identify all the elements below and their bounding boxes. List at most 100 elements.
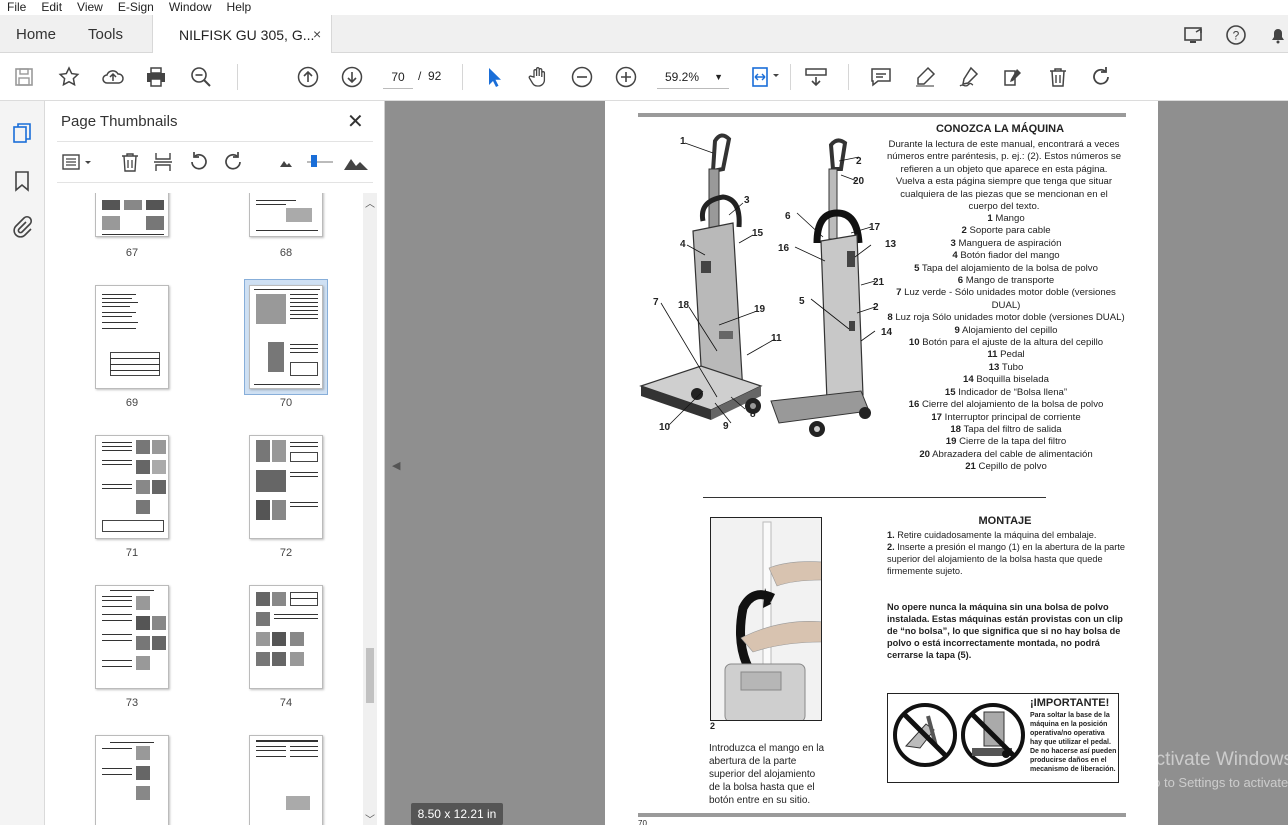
- thumbnail-size-large-icon[interactable]: [343, 151, 369, 173]
- next-page-icon[interactable]: [340, 65, 364, 89]
- important-notice-box: ¡IMPORTANTE! Para soltar la base de la m…: [887, 693, 1119, 783]
- thumbnail-page-73[interactable]: [95, 585, 169, 689]
- scrollbar-thumb[interactable]: [366, 648, 374, 703]
- thumbnail-label-72: 72: [279, 547, 293, 559]
- tab-document-label: NILFISK GU 305, G...: [179, 27, 315, 43]
- upload-cloud-icon[interactable]: [101, 65, 125, 89]
- hand-tool-icon[interactable]: [526, 65, 550, 89]
- part-item: 21 Cepillo de polvo: [883, 461, 1129, 473]
- part-number: 7: [896, 287, 902, 299]
- rotate-left-icon[interactable]: [188, 151, 210, 173]
- thumbnail-page-70-selected[interactable]: [249, 285, 323, 389]
- redo-icon[interactable]: [1089, 65, 1113, 89]
- previous-page-icon[interactable]: [296, 65, 320, 89]
- prohibited-action-icon: [961, 703, 1025, 767]
- callout-label: 15: [752, 228, 764, 239]
- part-label: Interruptor principal de corriente: [944, 411, 1081, 423]
- menu-edit[interactable]: Edit: [34, 0, 70, 15]
- part-item: 11 Pedal: [883, 349, 1129, 361]
- part-number: 15: [944, 386, 956, 398]
- step-text: Retire cuidadosamente la máquina del emb…: [897, 530, 1097, 540]
- share-screen-icon[interactable]: [1182, 23, 1206, 47]
- thumbnail-page-71[interactable]: [95, 435, 169, 539]
- part-number: 19: [945, 436, 957, 448]
- callout-label: 19: [754, 304, 766, 315]
- menu-window[interactable]: Window: [162, 0, 220, 15]
- intro-paragraph: Durante la lectura de este manual, encon…: [886, 139, 1122, 213]
- thumbnail-options-icon[interactable]: [61, 151, 95, 173]
- tab-tools[interactable]: Tools: [88, 26, 123, 43]
- page-number-input[interactable]: 70: [383, 65, 413, 89]
- scroll-mode-icon[interactable]: [804, 65, 828, 89]
- thumbnails-scrollbar[interactable]: ︿ ﹀: [363, 193, 377, 825]
- part-number: 13: [988, 361, 1000, 373]
- callout-label: 2: [873, 302, 879, 313]
- menu-view[interactable]: View: [70, 0, 111, 15]
- callout-label: 1: [680, 136, 686, 147]
- attachments-paperclip-icon[interactable]: [10, 215, 34, 239]
- thumbnail-label-67: 67: [125, 247, 139, 259]
- thumbnail-page-67[interactable]: [95, 193, 169, 237]
- thumbnail-page-69[interactable]: [95, 285, 169, 389]
- highlight-pen-icon[interactable]: [913, 65, 937, 89]
- delete-trash-icon[interactable]: [1046, 65, 1070, 89]
- delete-page-icon[interactable]: [119, 151, 141, 173]
- thumbnail-size-small-icon[interactable]: [275, 151, 297, 173]
- menu-help[interactable]: Help: [220, 0, 260, 15]
- section-heading: CONOZCA LA MÁQUINA: [935, 123, 1065, 135]
- part-item: 6 Mango de transporte: [883, 275, 1129, 287]
- callout-label: 2: [856, 156, 862, 167]
- part-label: Tubo: [1001, 361, 1024, 373]
- save-icon[interactable]: [12, 65, 36, 89]
- prohibited-action-icon: [893, 703, 957, 767]
- part-label: Cierre de la tapa del filtro: [959, 436, 1067, 448]
- menu-esign[interactable]: E-Sign: [111, 0, 162, 15]
- select-cursor-icon[interactable]: [482, 65, 506, 89]
- comment-icon[interactable]: [869, 65, 893, 89]
- print-icon[interactable]: [144, 65, 168, 89]
- extract-page-icon[interactable]: [152, 151, 174, 173]
- thumbnails-panel: Page Thumbnails ✕ 67 68 69 70 71 72 73 7…: [45, 101, 385, 825]
- page-separator: /: [418, 69, 422, 83]
- top-rule: [638, 113, 1126, 117]
- menu-file[interactable]: File: [0, 0, 34, 15]
- tab-close-icon[interactable]: ×: [313, 26, 321, 42]
- callout-label: 16: [778, 243, 790, 254]
- zoom-out-icon[interactable]: [570, 65, 594, 89]
- thumbnail-label-74: 74: [279, 697, 293, 709]
- thumbnail-page-75[interactable]: [95, 735, 169, 825]
- thumbnail-page-74[interactable]: [249, 585, 323, 689]
- rotate-right-icon[interactable]: [222, 151, 244, 173]
- notification-bell-icon[interactable]: [1266, 23, 1288, 47]
- thumbnails-panel-title: Page Thumbnails: [61, 113, 178, 130]
- zoom-in-icon[interactable]: [614, 65, 638, 89]
- sign-pen-icon[interactable]: [957, 65, 981, 89]
- document-view[interactable]: ◀ 1 3 15 4 7 18 19 11 8 10 9 2 20 6 17 1…: [385, 101, 1288, 825]
- part-item: 9 Alojamiento del cepillo: [883, 325, 1129, 337]
- fill-sign-icon[interactable]: [1001, 65, 1025, 89]
- zoom-level-select[interactable]: 59.2% ▼: [657, 65, 729, 89]
- scroll-down-icon[interactable]: ﹀: [365, 811, 375, 825]
- tab-home[interactable]: Home: [16, 26, 56, 43]
- photo-caption: Introduzca el mango en la abertura de la…: [709, 743, 825, 806]
- bookmark-star-icon[interactable]: [57, 65, 81, 89]
- thumbnail-page-68[interactable]: [249, 193, 323, 237]
- fit-page-icon[interactable]: [750, 65, 784, 89]
- important-title: ¡IMPORTANTE!: [1030, 697, 1110, 709]
- thumbnail-size-slider[interactable]: [307, 151, 333, 173]
- main-toolbar: 70 / 92 59.2% ▼: [0, 53, 1288, 101]
- part-item: 20 Abrazadera del cable de alimentación: [883, 449, 1129, 461]
- vacuum-cleaner-illustration: [639, 133, 876, 437]
- thumbnail-page-76[interactable]: [249, 735, 323, 825]
- section-divider: [703, 497, 1046, 498]
- tab-document[interactable]: NILFISK GU 305, G... ×: [152, 15, 332, 53]
- collapse-panel-icon[interactable]: ◀: [392, 459, 400, 472]
- close-panel-icon[interactable]: ✕: [347, 109, 364, 134]
- page-thumbnails-icon[interactable]: [10, 121, 34, 145]
- part-item: 13 Tubo: [883, 362, 1129, 374]
- scroll-up-icon[interactable]: ︿: [365, 195, 375, 210]
- help-icon[interactable]: ?: [1224, 23, 1248, 47]
- thumbnail-page-72[interactable]: [249, 435, 323, 539]
- bookmarks-icon[interactable]: [10, 169, 34, 193]
- zoom-out-search-icon[interactable]: [189, 65, 213, 89]
